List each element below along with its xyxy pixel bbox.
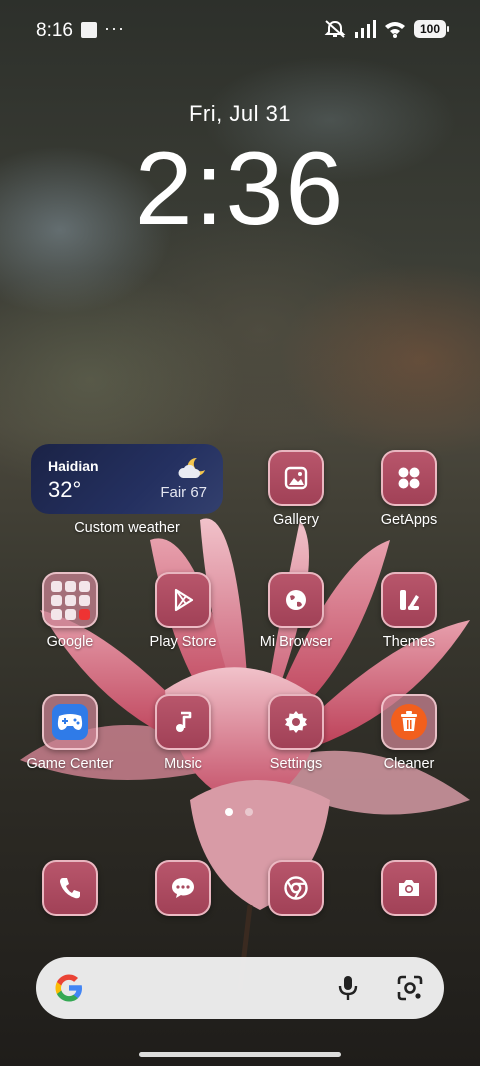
page-indicator xyxy=(225,808,253,816)
messages-icon xyxy=(172,878,194,898)
gamepad-icon xyxy=(52,704,88,740)
cleaner-label: Cleaner xyxy=(383,756,435,772)
battery-icon: 100 xyxy=(414,20,449,38)
cleaner-tile[interactable] xyxy=(381,694,437,750)
status-time: 8:16 xyxy=(36,20,73,41)
wifi-icon xyxy=(385,22,405,38)
app-gallery[interactable]: Gallery xyxy=(240,450,352,528)
gallery-label: Gallery xyxy=(273,512,319,528)
music-tile[interactable] xyxy=(155,694,211,750)
lens-icon[interactable] xyxy=(396,974,424,1002)
google-search-bar[interactable] xyxy=(36,957,444,1019)
app-themes[interactable]: Themes xyxy=(353,572,465,650)
app-music[interactable]: Music xyxy=(127,694,239,772)
weather-city: Haidian xyxy=(48,458,99,474)
google-label: Google xyxy=(46,634,94,650)
dock-messages[interactable] xyxy=(127,860,239,916)
chrome-tile[interactable] xyxy=(268,860,324,916)
dock-chrome[interactable] xyxy=(240,860,352,916)
page-dot-active xyxy=(225,808,233,816)
gallery-tile[interactable] xyxy=(268,450,324,506)
microphone-icon[interactable] xyxy=(336,974,360,1002)
partly-cloudy-night-icon xyxy=(178,457,205,478)
phone-icon xyxy=(60,878,80,899)
app-google-folder[interactable]: Google xyxy=(14,572,126,650)
getapps-icon xyxy=(398,467,420,489)
play-store-icon xyxy=(174,588,194,612)
status-bar: 8:16 ··· 100 xyxy=(0,0,480,60)
overflow-dots-icon: ··· xyxy=(104,18,125,38)
game-center-label: Game Center xyxy=(26,756,114,772)
weather-temperature: 32° xyxy=(48,477,82,502)
chrome-icon xyxy=(284,876,308,900)
music-label: Music xyxy=(164,756,202,772)
gallery-icon xyxy=(284,466,308,490)
mute-icon xyxy=(324,20,346,38)
google-g-icon xyxy=(55,974,82,1002)
music-note-icon xyxy=(176,711,192,732)
dock-camera[interactable] xyxy=(353,860,465,916)
phone-tile[interactable] xyxy=(42,860,98,916)
google-folder-tile[interactable] xyxy=(42,572,98,628)
app-settings[interactable]: Settings xyxy=(240,694,352,772)
app-play-store[interactable]: Play Store xyxy=(127,572,239,650)
clock-widget[interactable]: 2:36 xyxy=(0,132,480,247)
folder-icon xyxy=(50,580,90,620)
globe-icon xyxy=(286,590,306,610)
getapps-label: GetApps xyxy=(380,512,438,528)
weather-widget[interactable]: Haidian 32° Fair 67 xyxy=(31,444,223,514)
weather-widget-label: Custom weather xyxy=(74,520,180,536)
camera-icon xyxy=(399,880,419,896)
game-center-tile[interactable] xyxy=(42,694,98,750)
themes-label: Themes xyxy=(382,634,436,650)
dock-phone[interactable] xyxy=(14,860,126,916)
gear-icon xyxy=(285,711,307,733)
app-cleaner[interactable]: Cleaner xyxy=(353,694,465,772)
weather-condition: Fair 67 xyxy=(160,484,207,501)
themes-icon xyxy=(400,590,419,610)
date-text: Fri, Jul 31 xyxy=(188,101,292,126)
mi-browser-label: Mi Browser xyxy=(259,634,333,650)
getapps-tile[interactable] xyxy=(381,450,437,506)
mi-browser-tile[interactable] xyxy=(268,572,324,628)
app-mi-browser[interactable]: Mi Browser xyxy=(240,572,352,650)
trash-icon xyxy=(391,704,427,740)
home-indicator[interactable] xyxy=(139,1052,341,1057)
play-store-tile[interactable] xyxy=(155,572,211,628)
themes-tile[interactable] xyxy=(381,572,437,628)
messages-tile[interactable] xyxy=(155,860,211,916)
camera-tile[interactable] xyxy=(381,860,437,916)
notification-square-icon xyxy=(81,22,97,38)
app-getapps[interactable]: GetApps xyxy=(353,450,465,528)
signal-icon xyxy=(355,20,376,38)
page-dot xyxy=(245,808,253,816)
settings-label: Settings xyxy=(269,756,323,772)
app-game-center[interactable]: Game Center xyxy=(14,694,126,772)
play-store-label: Play Store xyxy=(149,634,217,650)
settings-tile[interactable] xyxy=(268,694,324,750)
